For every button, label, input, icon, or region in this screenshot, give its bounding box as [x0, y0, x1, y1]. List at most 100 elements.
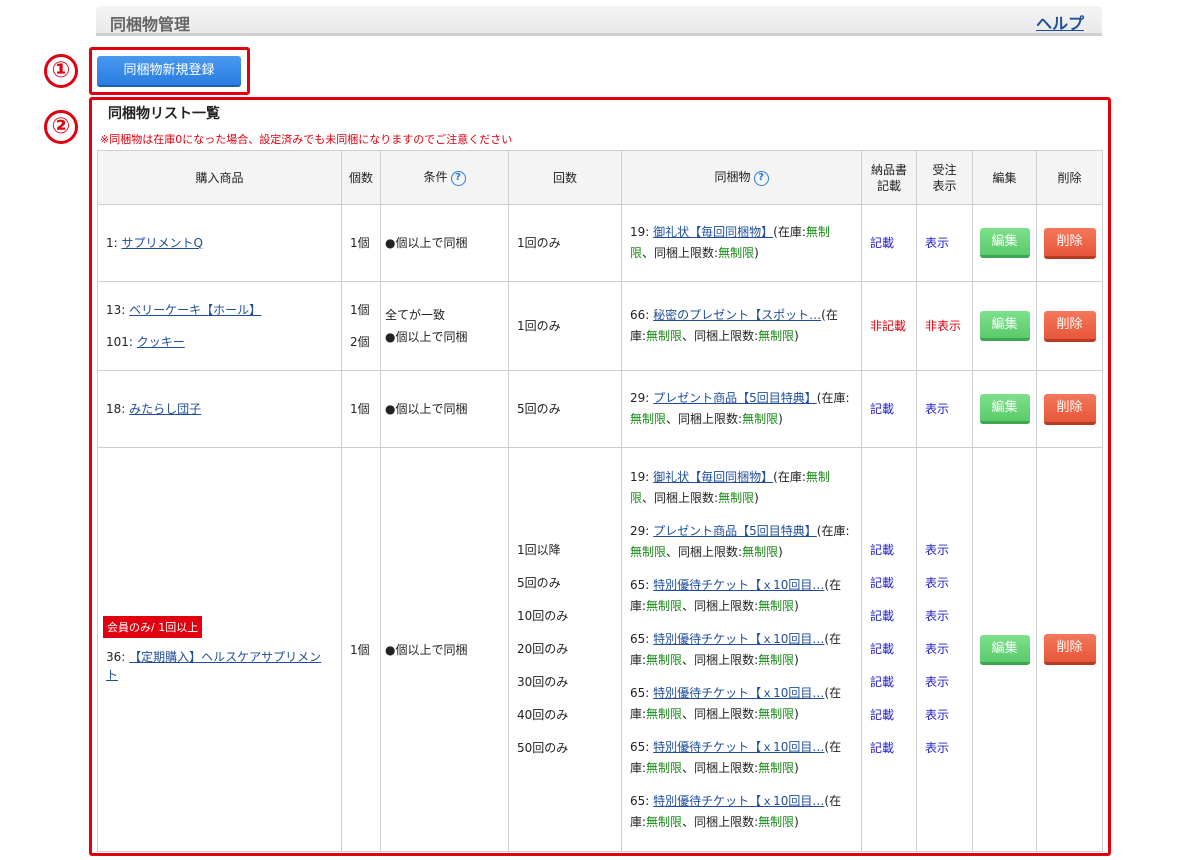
edit-cell: 編集	[972, 204, 1037, 282]
invoice-toggle[interactable]: 記載	[870, 567, 912, 600]
edit-button[interactable]: 編集	[979, 394, 1030, 424]
times-text: 5回のみ	[517, 401, 561, 416]
bundle-cell: 29: プレゼント商品【5回目特典】(在庫: 無制限、同梱上限数:無制限)	[621, 370, 862, 448]
product-link[interactable]: ベリーケーキ【ホール】	[129, 303, 261, 317]
order-toggle[interactable]: 表示	[925, 534, 968, 567]
stock-label: (在庫:	[773, 225, 806, 239]
help-link[interactable]: ヘルプ	[1036, 10, 1084, 34]
bundle-link[interactable]: 秘密のプレゼント【スポット…	[653, 308, 821, 322]
col-invoice: 納品書 記載	[861, 150, 917, 205]
condition-text: 全てが一致	[385, 308, 446, 322]
times-text: 50回のみ	[517, 741, 569, 755]
page-header: 同梱物管理 ヘルプ	[96, 6, 1102, 36]
limit-value: 無制限	[718, 246, 755, 260]
invoice-toggle[interactable]: 記載	[870, 732, 912, 765]
table-row: 会員のみ/ 1回以上 36: 【定期購入】ヘルスケアサプリメント 1個 ●個以上で同梱…	[97, 447, 1103, 852]
invoice-toggle[interactable]: 記載	[870, 666, 912, 699]
count-value: 1個	[350, 402, 370, 416]
times-cell: 1回のみ	[508, 204, 622, 282]
bundle-link[interactable]: 御礼状【毎回同梱物】	[653, 225, 773, 239]
delete-button[interactable]: 削除	[1043, 310, 1096, 342]
count-cell: 1個 2個	[341, 281, 381, 371]
bundle-item: 19: 御礼状【毎回同梱物】(在庫:無制限、同梱上限数:無制限)	[630, 467, 851, 509]
product-cell: 会員のみ/ 1回以上 36: 【定期購入】ヘルスケアサプリメント	[97, 447, 342, 852]
bundle-item: 65: 特別優待チケット【ｘ10回目…(在庫:無制限、同梱上限数:無制限)	[630, 791, 851, 833]
order-toggle[interactable]: 表示	[925, 633, 968, 666]
help-question-icon[interactable]: ?	[753, 171, 769, 186]
close-paren: )	[794, 814, 799, 829]
edit-button[interactable]: 編集	[979, 634, 1030, 665]
invoice-toggle[interactable]: 記載	[870, 227, 912, 260]
help-question-icon[interactable]: ?	[450, 171, 466, 186]
order-toggle[interactable]: 表示	[925, 567, 968, 600]
count-value: 1個	[350, 236, 370, 250]
times-text: 1回以降	[517, 543, 561, 557]
bundle-cell: 19: 御礼状【毎回同梱物】(在庫:無制限、同梱上限数:無制限)	[621, 204, 862, 282]
edit-button[interactable]: 編集	[979, 311, 1030, 341]
delete-button[interactable]: 削除	[1043, 227, 1096, 259]
close-paren: )	[794, 329, 799, 343]
stock-value: 無制限	[646, 598, 683, 613]
col-condition: 条件?	[380, 150, 509, 205]
limit-label: 、同梱上限数:	[666, 544, 743, 559]
order-toggle[interactable]: 表示	[925, 666, 968, 699]
bundle-spacer	[630, 779, 851, 791]
bundle-spacer	[630, 617, 851, 629]
stock-value: 無制限	[646, 652, 683, 667]
product-link[interactable]: みたらし団子	[129, 402, 201, 416]
invoice-toggle[interactable]: 記載	[870, 699, 912, 732]
order-toggle[interactable]: 表示	[925, 600, 968, 633]
close-paren: )	[794, 706, 799, 721]
times-text: 1回のみ	[517, 318, 561, 333]
order-toggle[interactable]: 非表示	[925, 310, 968, 343]
delete-cell: 削除	[1036, 370, 1103, 448]
invoice-toggle[interactable]: 記載	[870, 600, 912, 633]
invoice-toggle[interactable]: 記載	[870, 393, 912, 426]
limit-value: 無制限	[758, 814, 795, 829]
stock-label: (在庫:	[773, 469, 806, 484]
table-row: 13: ベリーケーキ【ホール】 101: クッキー 1個 2個 全てが一致 ●個以上で同梱…	[97, 281, 1103, 371]
bundle-link[interactable]: 特別優待チケット【ｘ10回目…	[653, 794, 824, 808]
invoice-cell: 非記載	[861, 281, 917, 371]
bundle-link[interactable]: 特別優待チケット【ｘ10回目…	[653, 740, 824, 754]
invoice-toggle[interactable]: 記載	[870, 534, 912, 567]
col-invoice-line1: 納品書	[870, 162, 907, 177]
list-title: 同梱物リスト一覧	[108, 106, 220, 122]
bundle-id: 19:	[630, 225, 654, 239]
product-link[interactable]: サプリメントQ	[122, 236, 203, 250]
limit-value: 無制限	[742, 544, 779, 559]
condition-cell: ●個以上で同梱	[380, 204, 509, 282]
bundle-link[interactable]: 特別優待チケット【ｘ10回目…	[653, 686, 824, 700]
bundle-link[interactable]: 特別優待チケット【ｘ10回目…	[653, 632, 824, 646]
order-toggle[interactable]: 表示	[925, 227, 968, 260]
bundle-item: 65: 特別優待チケット【ｘ10回目…(在庫:無制限、同梱上限数:無制限)	[630, 629, 851, 671]
stock-value: 無制限	[630, 544, 667, 559]
bundle-item: 65: 特別優待チケット【ｘ10回目…(在庫:無制限、同梱上限数:無制限)	[630, 575, 851, 617]
page-title: 同梱物管理	[110, 15, 191, 34]
limit-label: 、同梱上限数:	[682, 760, 759, 775]
bundle-spacer	[630, 563, 851, 575]
new-bundle-button[interactable]: 同梱物新規登録	[97, 56, 241, 87]
bundle-link[interactable]: プレゼント商品【5回目特典】	[653, 391, 817, 405]
edit-button[interactable]: 編集	[979, 228, 1030, 258]
invoice-toggle[interactable]: 記載	[870, 633, 912, 666]
product-link[interactable]: クッキー	[137, 335, 185, 349]
order-toggle[interactable]: 表示	[925, 699, 968, 732]
product-id: 101:	[106, 335, 137, 349]
bundle-id: 65:	[630, 631, 654, 646]
bundle-link[interactable]: 特別優待チケット【ｘ10回目…	[653, 578, 824, 592]
limit-value: 無制限	[758, 760, 795, 775]
order-toggle[interactable]: 表示	[925, 732, 968, 765]
invoice-toggle[interactable]: 非記載	[870, 310, 912, 343]
col-times: 回数	[508, 150, 622, 205]
delete-button[interactable]: 削除	[1043, 393, 1096, 425]
product-link[interactable]: 【定期購入】ヘルスケアサプリメント	[106, 650, 321, 682]
limit-value: 無制限	[718, 490, 755, 505]
delete-button[interactable]: 削除	[1043, 634, 1096, 665]
product-line: 36: 【定期購入】ヘルスケアサプリメント	[106, 648, 330, 684]
order-toggle[interactable]: 表示	[925, 393, 968, 426]
col-order-line1: 受注	[932, 162, 957, 177]
delete-cell: 削除	[1036, 281, 1103, 371]
bundle-link[interactable]: プレゼント商品【5回目特典】	[653, 524, 817, 538]
bundle-link[interactable]: 御礼状【毎回同梱物】	[653, 470, 773, 484]
